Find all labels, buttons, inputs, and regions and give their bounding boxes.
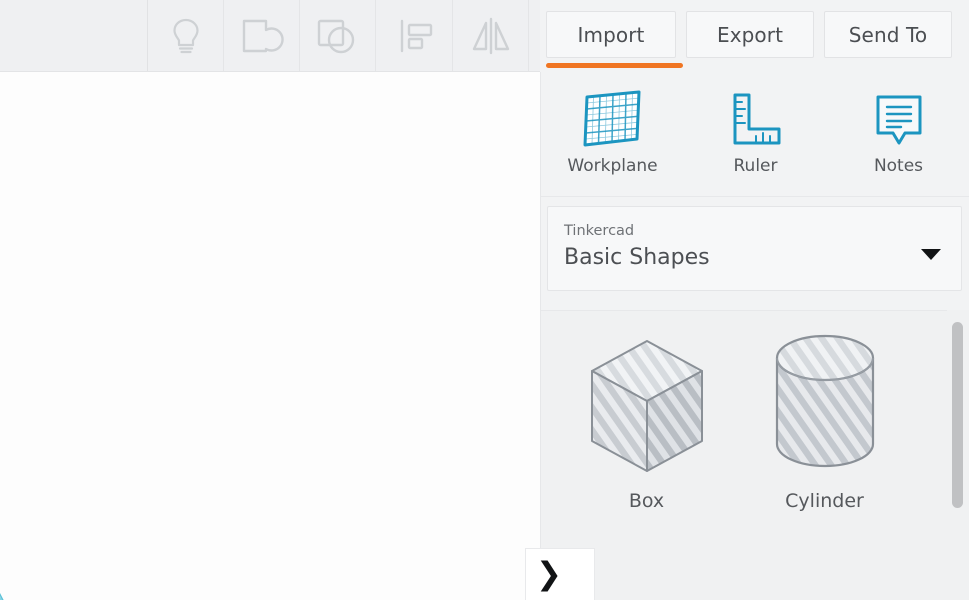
cylinder-3d-thumbnail [755, 325, 895, 490]
tab-send-to-label: Send To [848, 22, 928, 47]
lightbulb-icon [172, 18, 199, 53]
active-tab-indicator [546, 63, 683, 68]
quick-tools-row: Workplane Ruler Notes [541, 72, 969, 197]
group-tool-button[interactable] [224, 0, 300, 71]
shapes-scrollbar-thumb[interactable] [952, 322, 963, 508]
right-side-panel: Workplane Ruler Notes Tinkercad Basic Sh… [540, 72, 969, 600]
header-left-spacer [0, 0, 148, 71]
shape-item-box[interactable]: Box [559, 325, 734, 540]
ungroup-icon [317, 19, 354, 53]
box-3d-thumbnail [572, 325, 722, 490]
tab-send-to[interactable]: Send To [824, 11, 952, 58]
tinkercad-editor: Import Export Send To Workplane Ruler No… [0, 0, 969, 600]
lightbulb-tool-button[interactable] [148, 0, 224, 71]
tab-export-label: Export [716, 22, 784, 47]
quick-tool-notes-label: Notes [873, 156, 924, 176]
tab-import-label: Import [577, 22, 645, 47]
workplane-grid [0, 575, 48, 600]
quick-tool-workplane[interactable]: Workplane [553, 86, 673, 176]
quick-tool-ruler-label: Ruler [733, 156, 778, 176]
workplane-grid-icon [582, 86, 644, 152]
shape-library-category: Tinkercad [564, 223, 635, 239]
chevron-down-icon[interactable] [921, 249, 941, 260]
shape-library-selected: Basic Shapes [564, 245, 710, 270]
ruler-icon [727, 86, 785, 152]
tab-import[interactable]: Import [546, 11, 676, 58]
align-tool-button[interactable] [377, 0, 453, 71]
shape-library-dropdown[interactable]: Tinkercad Basic Shapes [547, 206, 962, 291]
shape-item-box-label: Box [628, 490, 665, 512]
top-header-bar: Import Export Send To [0, 0, 969, 72]
shape-item-cylinder-label: Cylinder [785, 490, 864, 512]
quick-tool-workplane-label: Workplane [567, 156, 658, 176]
tab-export[interactable]: Export [686, 11, 814, 58]
mirror-icon [472, 17, 509, 54]
align-icon [400, 19, 432, 52]
mirror-tool-button[interactable] [453, 0, 529, 71]
shapes-grid: Box Cylinder [541, 310, 969, 600]
action-tabs: Import Export Send To [540, 0, 969, 72]
ungroup-tool-button[interactable] [300, 0, 376, 71]
notes-bubble-icon [871, 86, 927, 152]
quick-tool-notes[interactable]: Notes [839, 86, 959, 176]
bottom-panel-collapse[interactable]: ❯ [525, 548, 595, 600]
edit-tool-group [148, 0, 529, 71]
quick-tool-ruler[interactable]: Ruler [696, 86, 816, 176]
3d-viewport[interactable] [0, 72, 540, 600]
group-icon [242, 19, 284, 52]
chevron-right-icon[interactable]: ❯ [536, 559, 562, 590]
shape-item-cylinder[interactable]: Cylinder [737, 325, 912, 540]
